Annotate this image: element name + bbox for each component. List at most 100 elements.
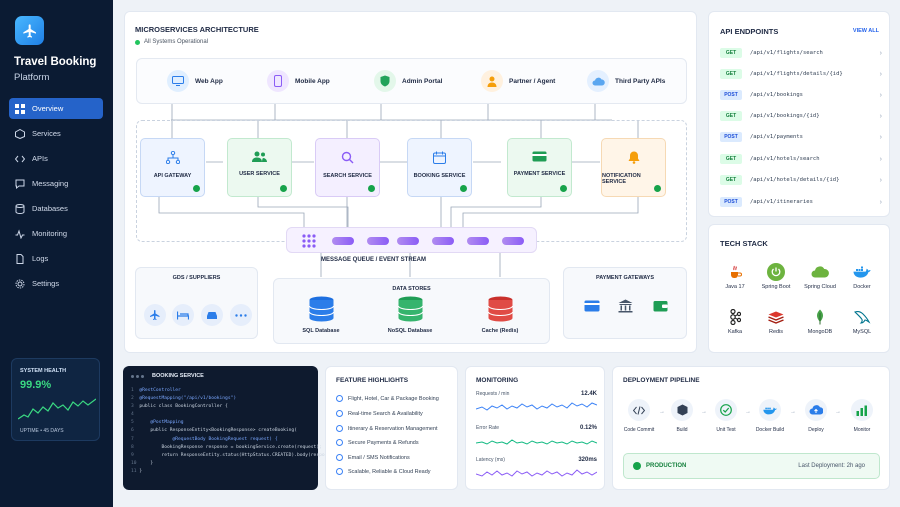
endpoint-row[interactable]: POST/api/v1/itineraries › [720, 197, 882, 207]
step-deploy[interactable]: Deploy [796, 399, 836, 433]
chevron-right-icon: › [879, 155, 882, 163]
step-code-commit[interactable]: Code Commit [619, 399, 659, 433]
network-icon [165, 151, 180, 164]
gds-title: GDS / SUPPLIERS [172, 275, 221, 281]
sidebar-item-overview[interactable]: Overview [9, 98, 103, 119]
metric-latency: Latency (ms) 320ms [476, 457, 597, 477]
chevron-right-icon: › [879, 198, 882, 206]
tech-mongodb: MongoDB [800, 308, 840, 335]
car-icon[interactable] [201, 304, 223, 326]
sidebar-item-label: Overview [32, 104, 64, 113]
editor-title: BOOKING SERVICE [152, 373, 204, 379]
features-title: FEATURE HIGHLIGHTS [336, 377, 409, 384]
step-label: Deploy [808, 427, 824, 433]
step-build[interactable]: Build [662, 399, 702, 433]
endpoint-row[interactable]: GET/api/v1/flights/details/{id} › [720, 69, 882, 79]
sidebar-item-services[interactable]: Services [9, 123, 103, 144]
database-icon[interactable] [398, 296, 423, 322]
check-icon [560, 185, 567, 192]
step-label: Code Commit [623, 427, 655, 433]
sidebar-item-logs[interactable]: Logs [9, 248, 103, 269]
payment-gateways-box: PAYMENT GATEWAYS [563, 267, 687, 339]
wallet-icon[interactable] [653, 300, 668, 312]
code-line: @RequestMapping("/api/v1/bookings") [139, 396, 237, 402]
method-badge: POST [720, 90, 742, 100]
endpoint-row[interactable]: GET/api/v1/bookings/{id} › [720, 111, 882, 121]
monitoring-title: MONITORING [476, 377, 519, 384]
sidebar-item-label: Messaging [32, 179, 69, 188]
editor-bar: BOOKING SERVICE [131, 373, 204, 379]
api-title: API ENDPOINTS [720, 27, 779, 36]
sidebar-item-messaging[interactable]: Messaging [9, 173, 103, 194]
sidebar-item-databases[interactable]: Databases [9, 198, 103, 219]
metric-requests: Requests / min 12.4K [476, 391, 597, 411]
tech-spring-cloud: Spring Cloud [800, 263, 840, 290]
endpoint-row[interactable]: GET/api/v1/hotels/details/{id} › [720, 175, 882, 185]
feature-item: Scalable, Reliable & Cloud Ready [336, 468, 431, 475]
feature-label: Itinerary & Reservation Management [348, 425, 438, 432]
metric-value: 12.4K [580, 391, 597, 397]
feature-icon [336, 395, 343, 402]
feature-item: Real-time Search & Availability [336, 410, 423, 417]
endpoint-path: /api/v1/itineraries [750, 199, 813, 205]
flight-icon[interactable] [144, 304, 166, 326]
sidebar-item-settings[interactable]: Settings [9, 273, 103, 294]
method-badge: GET [720, 154, 742, 164]
code-line: return ResponseEntity.status(HttpStatus.… [139, 452, 339, 458]
check-icon [654, 185, 661, 192]
code-line: @RestController [139, 388, 181, 393]
endpoint-row[interactable]: POST/api/v1/payments › [720, 132, 882, 142]
service-booking[interactable]: BOOKING SERVICE [407, 138, 472, 197]
search-icon [341, 151, 354, 164]
card-icon[interactable] [584, 300, 600, 312]
bank-icon[interactable] [618, 299, 633, 313]
service-search[interactable]: SEARCH SERVICE [315, 138, 380, 197]
service-notification[interactable]: NOTIFICATION SERVICE [601, 138, 666, 197]
queue-message [502, 237, 524, 245]
java-cup-icon [726, 263, 744, 281]
queue-label: MESSAGE QUEUE / EVENT STREAM [321, 257, 427, 263]
metric-value: 0.12% [579, 425, 597, 431]
sidebar-item-apis[interactable]: APIs [9, 148, 103, 169]
endpoint-path: /api/v1/bookings/{id} [750, 113, 820, 119]
service-label: NOTIFICATION SERVICE [602, 173, 641, 185]
queue-message [367, 237, 389, 245]
redis-icon [767, 308, 785, 326]
queue-dots-icon [302, 234, 316, 248]
database-icon[interactable] [309, 296, 334, 322]
sidebar-item-monitoring[interactable]: Monitoring [9, 223, 103, 244]
service-user[interactable]: USER SERVICE [227, 138, 292, 197]
step-unit-test[interactable]: Unit Test [706, 399, 746, 433]
airplane-logo-icon [15, 16, 44, 45]
system-health-card: SYSTEM HEALTH 99.9% UPTIME • 45 DAYS [11, 358, 100, 441]
step-docker-build[interactable]: Docker Build [750, 399, 790, 433]
tech-label: MongoDB [807, 329, 833, 335]
power-icon [767, 263, 785, 281]
health-title: SYSTEM HEALTH [20, 368, 67, 374]
service-label: BOOKING SERVICE [413, 173, 466, 179]
hotel-bed-icon[interactable] [172, 304, 194, 326]
step-label: Monitor [853, 427, 871, 433]
service-label: PAYMENT SERVICE [513, 171, 566, 177]
service-api-gateway[interactable]: API GATEWAY [140, 138, 205, 197]
pulse-icon [15, 228, 25, 239]
endpoint-row[interactable]: GET/api/v1/hotels/search › [720, 154, 882, 164]
users-icon [252, 151, 267, 162]
more-icon[interactable] [230, 304, 252, 326]
endpoint-row[interactable]: GET/api/v1/flights/search › [720, 48, 882, 58]
tech-java: Java 17 [715, 263, 755, 290]
grid-icon [15, 103, 25, 114]
view-all-link[interactable]: VIEW ALL [853, 28, 879, 34]
cloud-icon [811, 263, 829, 281]
database-icon[interactable] [488, 296, 513, 322]
chat-icon [15, 179, 25, 189]
tech-spring-boot: Spring Boot [756, 263, 796, 290]
endpoint-path: /api/v1/flights/search [750, 50, 823, 56]
endpoint-row[interactable]: POST/api/v1/bookings › [720, 90, 882, 100]
code-line: } [139, 460, 154, 466]
tech-label: Spring Boot [761, 284, 791, 290]
step-monitor[interactable]: Monitor [842, 399, 882, 433]
docker-whale-icon [853, 263, 871, 281]
service-payment[interactable]: PAYMENT SERVICE [507, 138, 572, 197]
api-endpoints-panel: API ENDPOINTS VIEW ALL GET/api/v1/flight… [708, 11, 890, 217]
